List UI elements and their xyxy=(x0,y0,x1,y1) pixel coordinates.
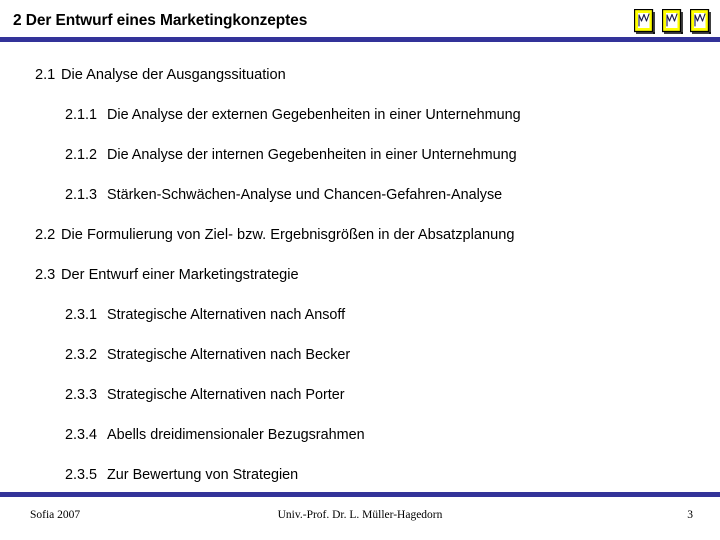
outline-item-2-3-2: 2.3.2 Strategische Alternativen nach Beck… xyxy=(65,346,350,364)
outline-item-label: Zur Bewertung von Strategien xyxy=(107,467,299,483)
outline-item-number: 2.3 xyxy=(35,267,56,283)
outline-item-2-3-4: 2.3.4 Abells dreidimensionaler Bezugsrahm… xyxy=(65,426,365,444)
footer-divider-rule xyxy=(0,492,720,497)
outline-item-label: Die Analyse der Ausgangssituation xyxy=(61,67,286,83)
outline-item-2-3: 2.3 Der Entwurf einer Marketingstrategie xyxy=(35,266,299,284)
outline-item-number: 2.1.1 xyxy=(65,107,98,123)
outline-item-label: Strategische Alternativen nach Becker xyxy=(107,347,351,363)
outline-item-2-1: 2.1 Die Analyse der Ausgangssituation xyxy=(35,66,286,84)
outline-item-number: 2.3.1 xyxy=(65,307,98,323)
note-page-icon-2[interactable] xyxy=(661,8,683,34)
outline-item-label: Die Analyse der externen Gegebenheiten i… xyxy=(107,107,521,123)
outline-item-number: 2.1.3 xyxy=(65,187,98,203)
outline-item-label: Strategische Alternativen nach Ansoff xyxy=(107,307,346,323)
outline-item-label: Strategische Alternativen nach Porter xyxy=(107,387,345,403)
slide-header: 2 Der Entwurf eines Marketingkonzeptes xyxy=(0,0,720,42)
presentation-slide: 2 Der Entwurf eines Marketingkonzeptes 2… xyxy=(0,0,720,540)
outline-item-number: 2.3.3 xyxy=(65,387,98,403)
outline-item-label: Der Entwurf einer Marketingstrategie xyxy=(61,267,299,283)
outline-item-label: Die Formulierung von Ziel- bzw. Ergebnis… xyxy=(61,227,515,243)
outline-item-number: 2.3.2 xyxy=(65,347,98,363)
outline-item-number: 2.3.5 xyxy=(65,467,98,483)
note-page-icon-3[interactable] xyxy=(689,8,711,34)
outline-item-2-1-1: 2.1.1 Die Analyse der externen Gegebenhei… xyxy=(65,106,521,124)
slide-footer: Sofia 2007 Univ.-Prof. Dr. L. Müller-Hag… xyxy=(0,498,720,540)
outline-item-2-1-2: 2.1.2 Die Analyse der internen Gegebenhei… xyxy=(65,146,517,164)
outline-item-label: Abells dreidimensionaler Bezugsrahmen xyxy=(107,427,365,443)
page-title: 2 Der Entwurf eines Marketingkonzeptes xyxy=(13,12,308,29)
slide-body-outline: 2.1 Die Analyse der Ausgangssituation 2.1.… xyxy=(0,42,720,492)
outline-item-number: 2.1 xyxy=(35,67,56,83)
outline-item-2-3-5: 2.3.5 Zur Bewertung von Strategien xyxy=(65,466,298,484)
outline-item-label: Die Analyse der internen Gegebenheiten i… xyxy=(107,147,517,163)
outline-item-2-3-3: 2.3.3 Strategische Alternativen nach Port… xyxy=(65,386,345,404)
outline-item-number: 2.2 xyxy=(35,227,56,243)
outline-item-label: Stärken-Schwächen-Analyse und Chancen-Ge… xyxy=(107,187,503,203)
footer-page-number: 3 xyxy=(687,509,693,521)
footer-author-label: Univ.-Prof. Dr. L. Müller-Hagedorn xyxy=(277,509,443,521)
header-icon-group xyxy=(633,8,711,34)
outline-item-2-3-1: 2.3.1 Strategische Alternativen nach Anso… xyxy=(65,306,345,324)
outline-item-2-1-3: 2.1.3 Stärken-Schwächen-Analyse und Chanc… xyxy=(65,186,502,204)
outline-item-number: 2.1.2 xyxy=(65,147,98,163)
note-page-icon-1[interactable] xyxy=(633,8,655,34)
outline-item-number: 2.3.4 xyxy=(65,427,98,443)
outline-item-2-2: 2.2 Die Formulierung von Ziel- bzw. Ergeb… xyxy=(35,226,514,244)
